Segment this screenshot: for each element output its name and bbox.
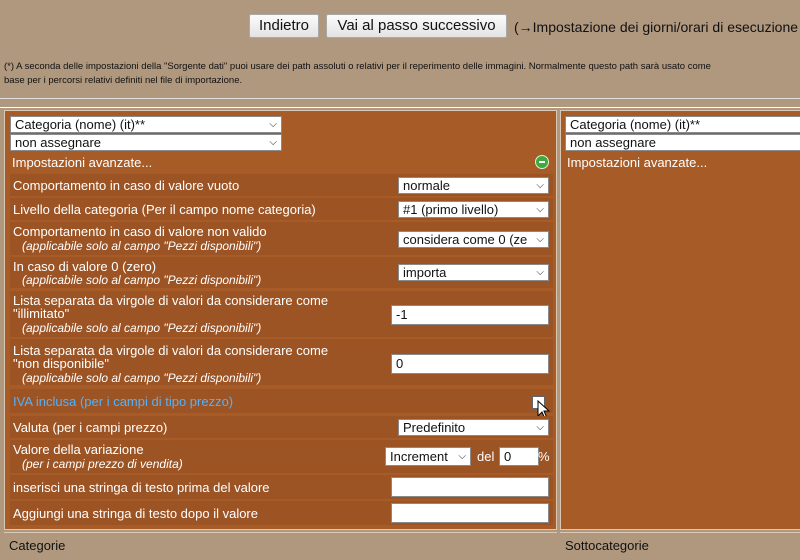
chevron-down-icon: ⌵ [536,422,544,433]
field-select[interactable]: Categoria (nome) (it)** ⌵ [10,116,282,133]
variation-amount-input[interactable]: 0 [499,447,539,466]
assign-select-value: non assegnare [15,135,102,150]
chevron-down-icon: ⌵ [536,234,544,245]
row-sublabel: (applicabile solo al campo "Pezzi dispon… [22,239,262,253]
row-unlimited: Lista separata da virgole di valori da c… [10,291,553,337]
category-level-select[interactable]: #1 (primo livello) ⌵ [398,201,549,218]
select-value: Predefinito [403,420,466,435]
variation-unit-label: % [538,449,550,464]
subcategory-mapping-panel: Categoria (nome) (it)** non assegnare Im… [560,110,800,530]
invalid-behavior-select[interactable]: considera come 0 (ze ⌵ [398,231,549,248]
chevron-down-icon: ⌵ [458,451,466,462]
row-prefix: inserisci una stringa di testo prima del… [10,475,553,499]
select-value: Increment [390,449,448,464]
select-value: considera come 0 (ze [403,232,528,247]
categories-footer: Categorie [4,532,557,560]
row-unavailable: Lista separata da virgole di valori da c… [10,339,553,385]
field-select-value: Categoria (nome) (it)** [570,117,701,132]
row-suffix: Aggiungi una stringa di testo dopo il va… [10,501,553,525]
variation-del-label: del [477,449,495,464]
row-label: "non disponibile" [13,356,109,371]
chevron-down-icon: ⌵ [269,119,277,130]
select-value: #1 (primo livello) [403,202,499,217]
row-label: "illimitato" [13,306,70,321]
back-button[interactable]: Indietro [249,14,319,38]
chevron-down-icon: ⌵ [536,267,544,278]
currency-select[interactable]: Predefinito ⌵ [398,419,549,436]
assign-select[interactable]: non assegnare ⌵ [10,134,282,151]
row-label: Aggiungi una stringa di testo dopo il va… [13,506,258,521]
assign-select[interactable]: non assegnare [565,134,800,151]
row-label: Valore della variazione [13,442,144,457]
unavailable-values-input[interactable]: 0 [391,354,549,374]
field-select-value: Categoria (nome) (it)** [15,117,146,132]
empty-behavior-select[interactable]: normale ⌵ [398,177,549,194]
divider [0,107,800,108]
advanced-settings-toggle[interactable]: Impostazioni avanzate... [12,155,152,170]
advanced-settings-toggle[interactable]: Impostazioni avanzate... [567,155,707,170]
row-label: Comportamento in caso di valore vuoto [13,178,240,193]
suffix-input[interactable] [391,503,549,523]
row-label: Comportamento in caso di valore non vali… [13,224,267,239]
row-sublabel: (applicabile solo al campo "Pezzi dispon… [22,321,262,335]
row-label: inserisci una stringa di testo prima del… [13,480,270,495]
row-sublabel: (per i campi prezzo di vendita) [22,457,183,471]
next-step-button[interactable]: Vai al passo successivo [326,14,507,38]
zero-value-select[interactable]: importa ⌵ [398,264,549,281]
row-zero-value: In caso di valore 0 (zero) (applicabile … [10,257,553,288]
row-empty-behavior: Comportamento in caso di valore vuoto no… [10,174,553,196]
divider [0,98,800,99]
field-select[interactable]: Categoria (nome) (it)** [565,116,800,133]
row-label: Valuta (per i campi prezzo) [13,420,168,435]
variation-mode-select[interactable]: Increment ⌵ [385,447,471,466]
path-note: (*) A seconda delle impostazioni della "… [4,60,800,88]
subcategories-footer: Sottocategorie [560,532,800,560]
next-step-label: (→Impostazione dei giorni/orari di esecu… [514,19,799,35]
row-variation: Valore della variazione (per i campi pre… [10,440,553,473]
path-note-line1: (*) A seconda delle impostazioni della "… [4,61,711,72]
row-label: Livello della categoria (Per il campo no… [13,202,316,217]
prefix-input[interactable] [391,477,549,497]
chevron-down-icon: ⌵ [536,180,544,191]
vat-label[interactable]: IVA inclusa (per i campi di tipo prezzo) [13,395,233,409]
path-note-line2: base per i percorsi relativi definiti ne… [4,75,243,86]
toolbar: Indietro Vai al passo successivo (→Impos… [0,10,800,44]
row-category-level: Livello della categoria (Per il campo no… [10,198,553,220]
row-sublabel: (applicabile solo al campo "Pezzi dispon… [22,273,262,287]
row-vat: IVA inclusa (per i campi di tipo prezzo) [10,389,553,420]
category-mapping-panel: Categoria (nome) (it)** ⌵ non assegnare … [4,110,557,530]
select-value: importa [403,265,447,280]
row-label: In caso di valore 0 (zero) [13,259,157,274]
chevron-down-icon: ⌵ [269,137,277,148]
row-sublabel: (applicabile solo al campo "Pezzi dispon… [22,371,262,385]
row-currency: Valuta (per i campi prezzo) Predefinito … [10,416,553,438]
assign-select-value: non assegnare [570,135,657,150]
row-invalid-behavior: Comportamento in caso di valore non vali… [10,222,553,255]
collapse-icon[interactable] [535,155,549,169]
chevron-down-icon: ⌵ [536,204,544,215]
unlimited-values-input[interactable]: -1 [391,305,549,325]
select-value: normale [403,178,450,193]
